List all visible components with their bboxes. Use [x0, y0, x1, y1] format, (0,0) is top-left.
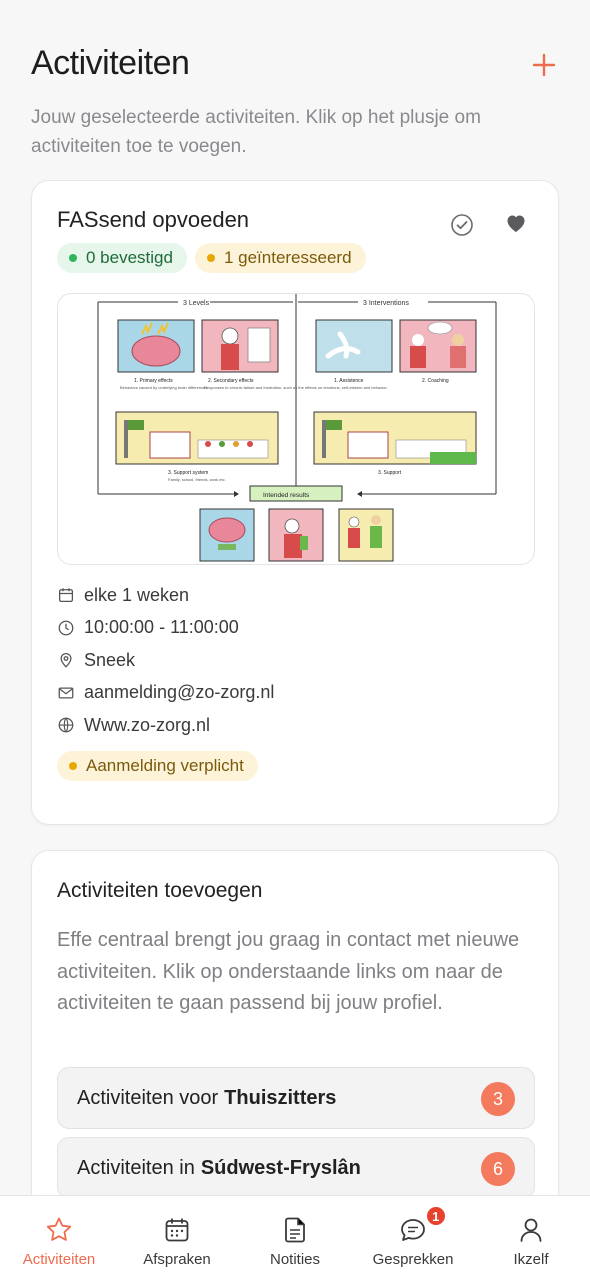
notification-badge: 1 — [424, 1205, 447, 1227]
diagram-assistance: 1. Assistence — [334, 378, 364, 384]
add-activities-card: Activiteiten toevoegen Effe centraal bre… — [31, 850, 559, 1210]
page-subtitle: Jouw geselecteerde activiteiten. Klik op… — [31, 107, 481, 157]
tab-activiteiten[interactable]: Activiteiten — [0, 1196, 118, 1279]
add-activity-button[interactable] — [529, 50, 559, 80]
diagram-intended-results: Intended results — [263, 492, 310, 499]
time-text: 10:00:00 - 11:00:00 — [84, 617, 239, 638]
user-icon — [520, 1218, 542, 1242]
link-prefix: Activiteiten voor — [77, 1086, 219, 1109]
activity-details: elke 1 weken 10:00:00 - 11:00:00 Sneek a… — [57, 579, 274, 742]
diagram-left-heading: 3 Levels — [183, 300, 210, 307]
tab-afspraken[interactable]: Afspraken — [118, 1196, 236, 1279]
section-description: Effe centraal brengt jou graag in contac… — [57, 929, 520, 1014]
page-title: Activiteiten — [31, 44, 190, 82]
calendar-icon — [58, 588, 74, 603]
diagram-support-system: 3. Support system — [168, 470, 208, 476]
diagram-secondary-effects: 2. Secondary effects — [208, 378, 254, 384]
map-pin-icon — [60, 653, 72, 668]
confirmed-count: 0 bevestigd — [86, 248, 173, 267]
globe-icon — [58, 717, 74, 733]
website-link[interactable]: Www.zo-zorg.nl — [84, 715, 210, 736]
star-icon — [46, 1217, 72, 1241]
tab-gesprekken[interactable]: 1 Gesprekken — [354, 1196, 472, 1279]
tab-notities[interactable]: Notities — [236, 1196, 354, 1279]
website-row[interactable]: Www.zo-zorg.nl — [57, 709, 274, 742]
bottom-tab-bar: Activiteiten Afspraken Notities 1 Gespre… — [0, 1195, 590, 1279]
tab-ikzelf[interactable]: Ikzelf — [472, 1196, 590, 1279]
calendar-icon — [165, 1218, 189, 1242]
count-badge: 3 — [481, 1082, 515, 1116]
location-row: Sneek — [57, 644, 274, 677]
heart-icon[interactable] — [504, 211, 528, 235]
check-circle-icon[interactable] — [450, 213, 474, 237]
yellow-dot-icon — [206, 254, 215, 262]
tab-label: Activiteiten — [22, 1251, 96, 1268]
link-prefix: Activiteiten in — [77, 1156, 195, 1179]
yellow-dot-icon — [69, 762, 77, 770]
diagram-primary-sub: Behaviors caused by underlying brain dif… — [120, 385, 207, 390]
status-badges: 0 bevestigd 1 geïnteresseerd — [57, 243, 366, 273]
link-bold: Súdwest-Fryslân — [200, 1156, 361, 1179]
registration-text: Aanmelding verplicht — [86, 756, 244, 775]
diagram-support: 3. Support — [378, 470, 402, 476]
schedule-text: elke 1 weken — [84, 584, 190, 605]
green-dot-icon — [69, 254, 77, 262]
plus-icon — [532, 53, 556, 77]
link-bold: Thuiszitters — [224, 1086, 337, 1109]
schedule-row: elke 1 weken — [57, 579, 274, 612]
registration-badge: Aanmelding verplicht — [57, 751, 258, 781]
header: Activiteiten — [31, 44, 559, 83]
diagram-right-heading: 3 Interventions — [363, 300, 409, 307]
tab-label: Notities — [269, 1251, 321, 1268]
tab-label: Afspraken — [143, 1251, 211, 1268]
diagram-support-system-sub: Family, school, friends, work etc. — [168, 477, 226, 482]
section-title: Activiteiten toevoegen — [57, 879, 263, 902]
clock-icon — [58, 620, 74, 636]
tab-label: Gesprekken — [372, 1251, 454, 1268]
count-badge: 6 — [481, 1152, 515, 1186]
activity-title: FASsend opvoeden — [57, 207, 250, 232]
activity-image: 3 Levels 3 Interventions 1. Primary effe… — [57, 293, 535, 565]
levels-interventions-diagram: 3 Levels 3 Interventions 1. Primary effe… — [97, 294, 497, 562]
tab-label: Ikzelf — [513, 1251, 549, 1268]
document-icon — [285, 1217, 305, 1243]
email-link[interactable]: aanmelding@zo-zorg.nl — [84, 682, 274, 703]
interested-count: 1 geïnteresseerd — [223, 248, 352, 267]
diagram-primary-effects: 1. Primary effects — [134, 378, 173, 384]
mail-icon — [58, 687, 74, 699]
confirmed-badge: 0 bevestigd — [57, 243, 187, 273]
activity-card[interactable]: FASsend opvoeden 0 bevestigd 1 geïnteres… — [31, 180, 559, 825]
chat-icon — [401, 1219, 425, 1241]
diagram-secondary-sub: Responses to chronic failure and frustra… — [204, 385, 388, 390]
time-row: 10:00:00 - 11:00:00 — [57, 612, 274, 645]
diagram-coaching: 2. Coaching — [422, 378, 449, 384]
email-row[interactable]: aanmelding@zo-zorg.nl — [57, 677, 274, 710]
link-sudwest-fryslan[interactable]: Activiteiten in Súdwest-Fryslân 6 — [57, 1137, 535, 1199]
interested-badge: 1 geïnteresseerd — [194, 243, 366, 273]
location-text: Sneek — [84, 649, 136, 670]
link-thuiszitters[interactable]: Activiteiten voor Thuiszitters 3 — [57, 1067, 535, 1129]
